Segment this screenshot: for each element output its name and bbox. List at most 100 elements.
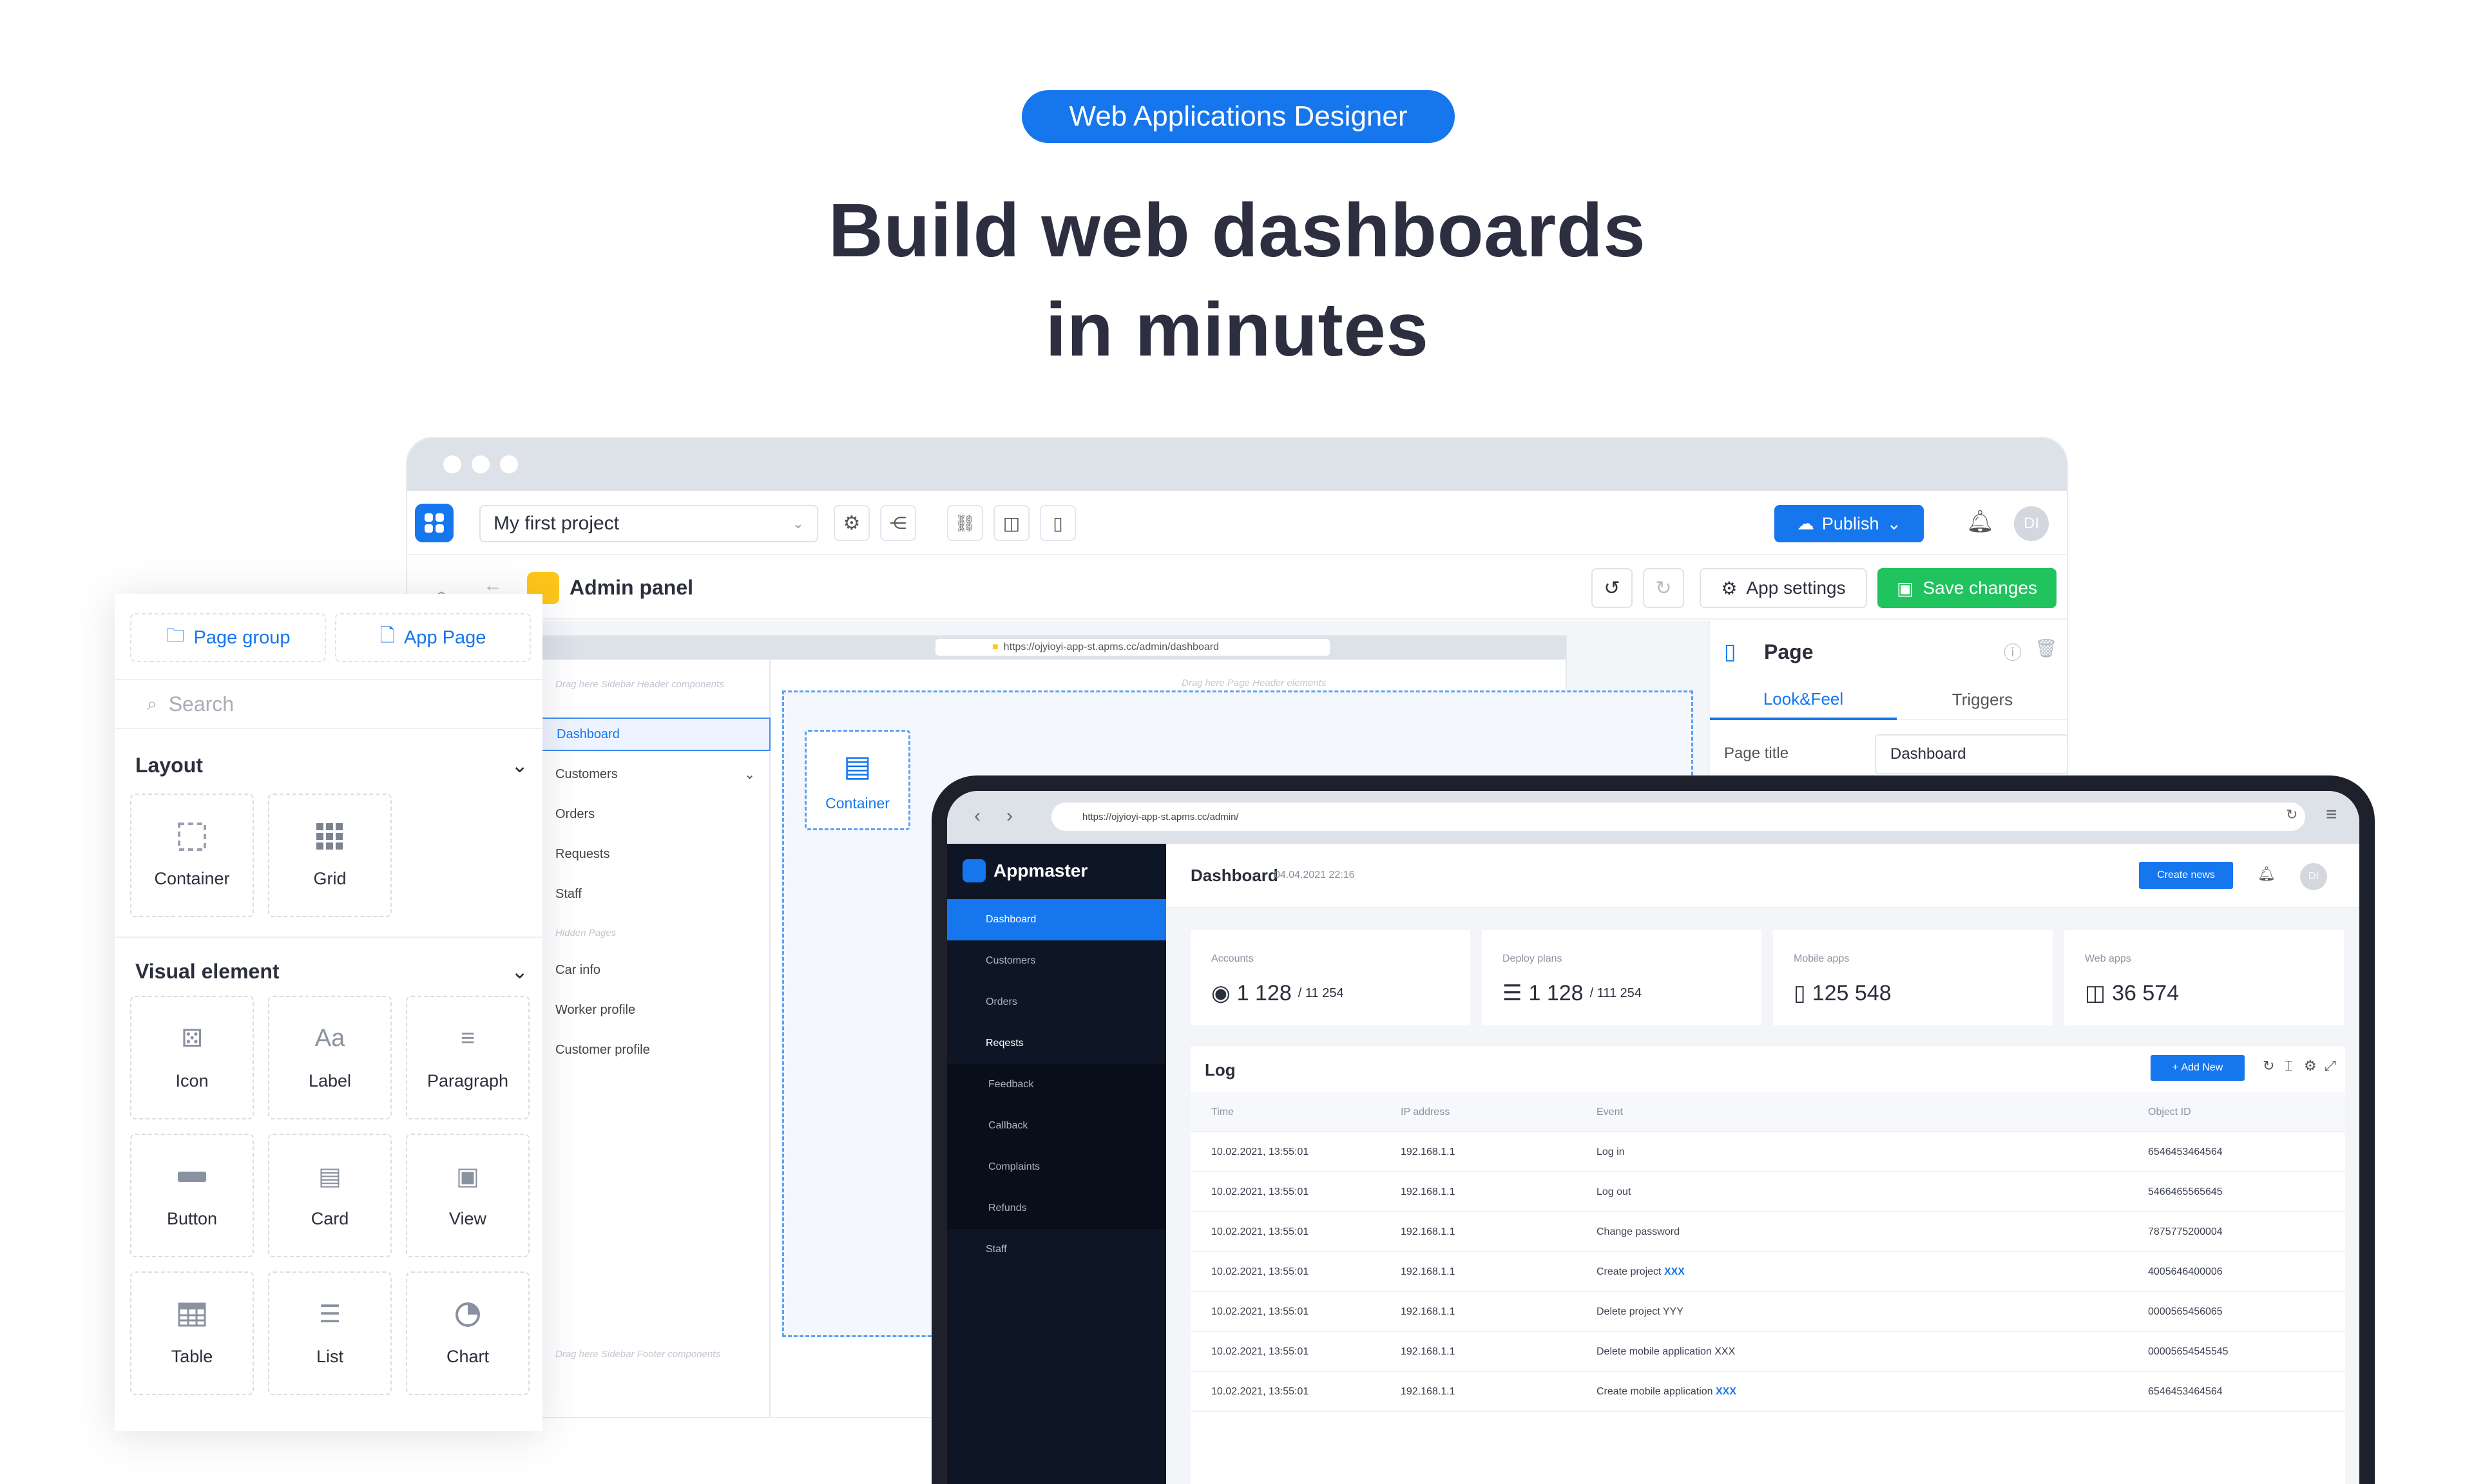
stat-sub: / 111 254 xyxy=(1589,985,1642,1000)
preview-nav-customers[interactable]: Customers xyxy=(947,940,1166,982)
bell-icon[interactable]: 🔔︎ xyxy=(1966,509,1994,535)
preview-nav-dashboard[interactable]: Dashboard xyxy=(947,899,1166,940)
table-row[interactable]: 10.02.2021, 13:55:01 192.168.1.1 Delete mo… xyxy=(1191,1332,2345,1372)
browser-icon: ◫ xyxy=(2085,981,2106,1005)
server-icon: ☰ xyxy=(1502,981,1522,1005)
palette-item-container[interactable]: Container xyxy=(130,794,254,917)
sidebar-item-worker-profile[interactable]: Worker profile xyxy=(536,993,771,1027)
preview-title: Dashboard xyxy=(1191,866,1278,885)
help-icon[interactable]: ⓘ xyxy=(2004,639,2022,665)
preview-subnav-callback[interactable]: Callback xyxy=(947,1105,1166,1146)
palette-search[interactable]: ⌕ Search xyxy=(115,679,542,729)
mobile-view-button[interactable]: ▯ xyxy=(1040,505,1076,541)
column-header: Time xyxy=(1211,1107,1234,1118)
table-cell-time: 10.02.2021, 13:55:01 xyxy=(1211,1146,1309,1157)
event-highlight[interactable]: XXX xyxy=(1716,1386,1736,1397)
event-text: Log in xyxy=(1597,1146,1625,1157)
table-row[interactable]: 10.02.2021, 13:55:01 192.168.1.1 Delete pr… xyxy=(1191,1292,2345,1332)
visual-section-header[interactable]: Visual element ⌄ xyxy=(135,952,528,991)
table-row[interactable]: 10.02.2021, 13:55:01 192.168.1.1 Change pa… xyxy=(1191,1212,2345,1252)
palette-item-card[interactable]: ▤ Card xyxy=(268,1134,392,1257)
link-button[interactable]: ⛓ xyxy=(947,505,983,541)
redo-button[interactable]: ↻ xyxy=(1643,568,1684,608)
save-changes-button[interactable]: ▣ Save changes xyxy=(1877,568,2057,608)
sidebar-footer-hint: Drag here Sidebar Footer components xyxy=(555,1349,720,1360)
sidebar-item-dashboard[interactable]: Dashboard xyxy=(536,718,771,751)
palette-item-view[interactable]: ▣ View xyxy=(406,1134,530,1257)
preview-nav-staff[interactable]: Staff xyxy=(947,1229,1166,1270)
component-palette: 🗀︎ Page group 🗋︎ App Page ⌕ Search Layout ⌄… xyxy=(115,594,542,1431)
visual-title: Visual element xyxy=(135,959,280,983)
undo-button[interactable]: ↺ xyxy=(1591,568,1633,608)
table-row[interactable]: 10.02.2021, 13:55:01 192.168.1.1 Create pr… xyxy=(1191,1252,2345,1292)
sidebar-item-staff[interactable]: Staff xyxy=(536,877,771,911)
preview-nav-orders[interactable]: Orders xyxy=(947,982,1166,1023)
create-news-button[interactable]: Create news xyxy=(2139,862,2233,889)
preview-subnav-feedback[interactable]: Feedback xyxy=(947,1064,1166,1105)
event-highlight[interactable]: XXX xyxy=(1664,1266,1685,1277)
preview-avatar[interactable]: DI xyxy=(2300,863,2327,890)
tab-triggers[interactable]: Triggers xyxy=(1897,680,2067,720)
refresh-icon[interactable]: ↻ xyxy=(2263,1058,2274,1074)
palette-item-table[interactable]: Table xyxy=(130,1271,254,1395)
table-cell-event: Create project XXX xyxy=(1597,1266,1685,1278)
preview-brand: Appmaster xyxy=(993,861,1088,880)
container-element[interactable]: ▤ Container xyxy=(805,730,910,830)
back-icon[interactable]: ‹ xyxy=(974,805,981,827)
bell-icon[interactable]: 🔔︎ xyxy=(2258,866,2276,882)
table-row[interactable]: 10.02.2021, 13:55:01 192.168.1.1 Log out 54… xyxy=(1191,1172,2345,1212)
table-row[interactable]: 10.02.2021, 13:55:01 192.168.1.1 Create mo… xyxy=(1191,1372,2345,1412)
app-settings-button[interactable]: ⚙ App settings xyxy=(1700,568,1867,608)
page-toolbar: ︿ ← Admin panel ↺ ↻ ⚙ App settings ▣ Save … xyxy=(407,555,2067,620)
table-cell-event: Log out xyxy=(1597,1186,1631,1198)
chevron-down-icon: ⌄ xyxy=(744,767,755,782)
forward-icon[interactable]: › xyxy=(1006,805,1013,827)
palette-item-chart[interactable]: Chart xyxy=(406,1271,530,1395)
palette-item-list[interactable]: ☰ List xyxy=(268,1271,392,1395)
tab-look-and-feel[interactable]: Look&Feel xyxy=(1710,680,1897,720)
pie-chart-icon xyxy=(451,1300,484,1329)
layout-section-header[interactable]: Layout ⌄ xyxy=(135,746,528,785)
palette-item-label: Button xyxy=(166,1208,218,1228)
back-arrow-icon[interactable]: ← xyxy=(483,575,503,596)
reload-icon[interactable]: ↻ xyxy=(2286,806,2297,823)
settings-gear-button[interactable]: ⚙ xyxy=(834,505,870,541)
preview-subnav-complaints[interactable]: Complaints xyxy=(947,1146,1166,1188)
palette-item-grid[interactable]: Grid xyxy=(268,794,392,917)
container-icon xyxy=(175,822,209,851)
user-avatar[interactable]: DI xyxy=(2014,506,2049,541)
palette-item-label[interactable]: Aa Label xyxy=(268,996,392,1119)
menu-icon[interactable]: ≡ xyxy=(2326,804,2337,826)
event-text: Create mobile application xyxy=(1597,1386,1716,1397)
desktop-view-button[interactable]: ◫ xyxy=(993,505,1030,541)
preview-url[interactable]: https://ojyioyi-app-st.apms.cc/admin/ xyxy=(1051,803,2305,831)
add-new-button[interactable]: + Add New xyxy=(2151,1055,2245,1081)
share-button[interactable]: ⋲ xyxy=(880,505,916,541)
stat-card-accounts: Accounts ◉ 1 128 / 11 254 xyxy=(1191,930,1470,1025)
column-icon[interactable]: ⌶ xyxy=(2285,1058,2293,1074)
palette-item-button[interactable]: Button xyxy=(130,1134,254,1257)
table-row[interactable]: 10.02.2021, 13:55:01 192.168.1.1 Log in 654… xyxy=(1191,1132,2345,1172)
table-cell-id: 4005646400006 xyxy=(2148,1266,2223,1277)
trash-icon[interactable]: 🗑︎ xyxy=(2035,638,2058,659)
app-logo-icon[interactable] xyxy=(415,504,454,542)
page-group-button[interactable]: 🗀︎ Page group xyxy=(130,613,326,662)
view-icon: ▣ xyxy=(456,1163,479,1190)
sidebar-item-customer-profile[interactable]: Customer profile xyxy=(536,1033,771,1067)
palette-item-paragraph[interactable]: ≡ Paragraph xyxy=(406,996,530,1119)
sidebar-item-requests[interactable]: Requests xyxy=(536,837,771,871)
preview-subnav-refunds[interactable]: Refunds xyxy=(947,1188,1166,1229)
app-page-button[interactable]: 🗋︎ App Page xyxy=(335,613,531,662)
sidebar-item-customers[interactable]: Customers ⌄ xyxy=(536,757,771,791)
palette-item-icon[interactable]: ⚄ Icon xyxy=(130,996,254,1119)
page-title-input[interactable]: Dashboard xyxy=(1875,734,2067,774)
fullscreen-icon[interactable]: ⤢ xyxy=(2325,1058,2336,1074)
table-header-row: Time IP address Event Object ID xyxy=(1191,1092,2345,1132)
preview-nav-requests[interactable]: Reqests xyxy=(947,1023,1166,1064)
project-select[interactable]: My first project ⌄ xyxy=(479,505,818,542)
publish-button[interactable]: ☁ Publish ⌄ xyxy=(1774,505,1924,542)
event-text: Create project xyxy=(1597,1266,1664,1277)
gear-icon[interactable]: ⚙ xyxy=(2304,1058,2317,1074)
sidebar-item-car-info[interactable]: Car info xyxy=(536,953,771,987)
sidebar-item-orders[interactable]: Orders xyxy=(536,797,771,831)
